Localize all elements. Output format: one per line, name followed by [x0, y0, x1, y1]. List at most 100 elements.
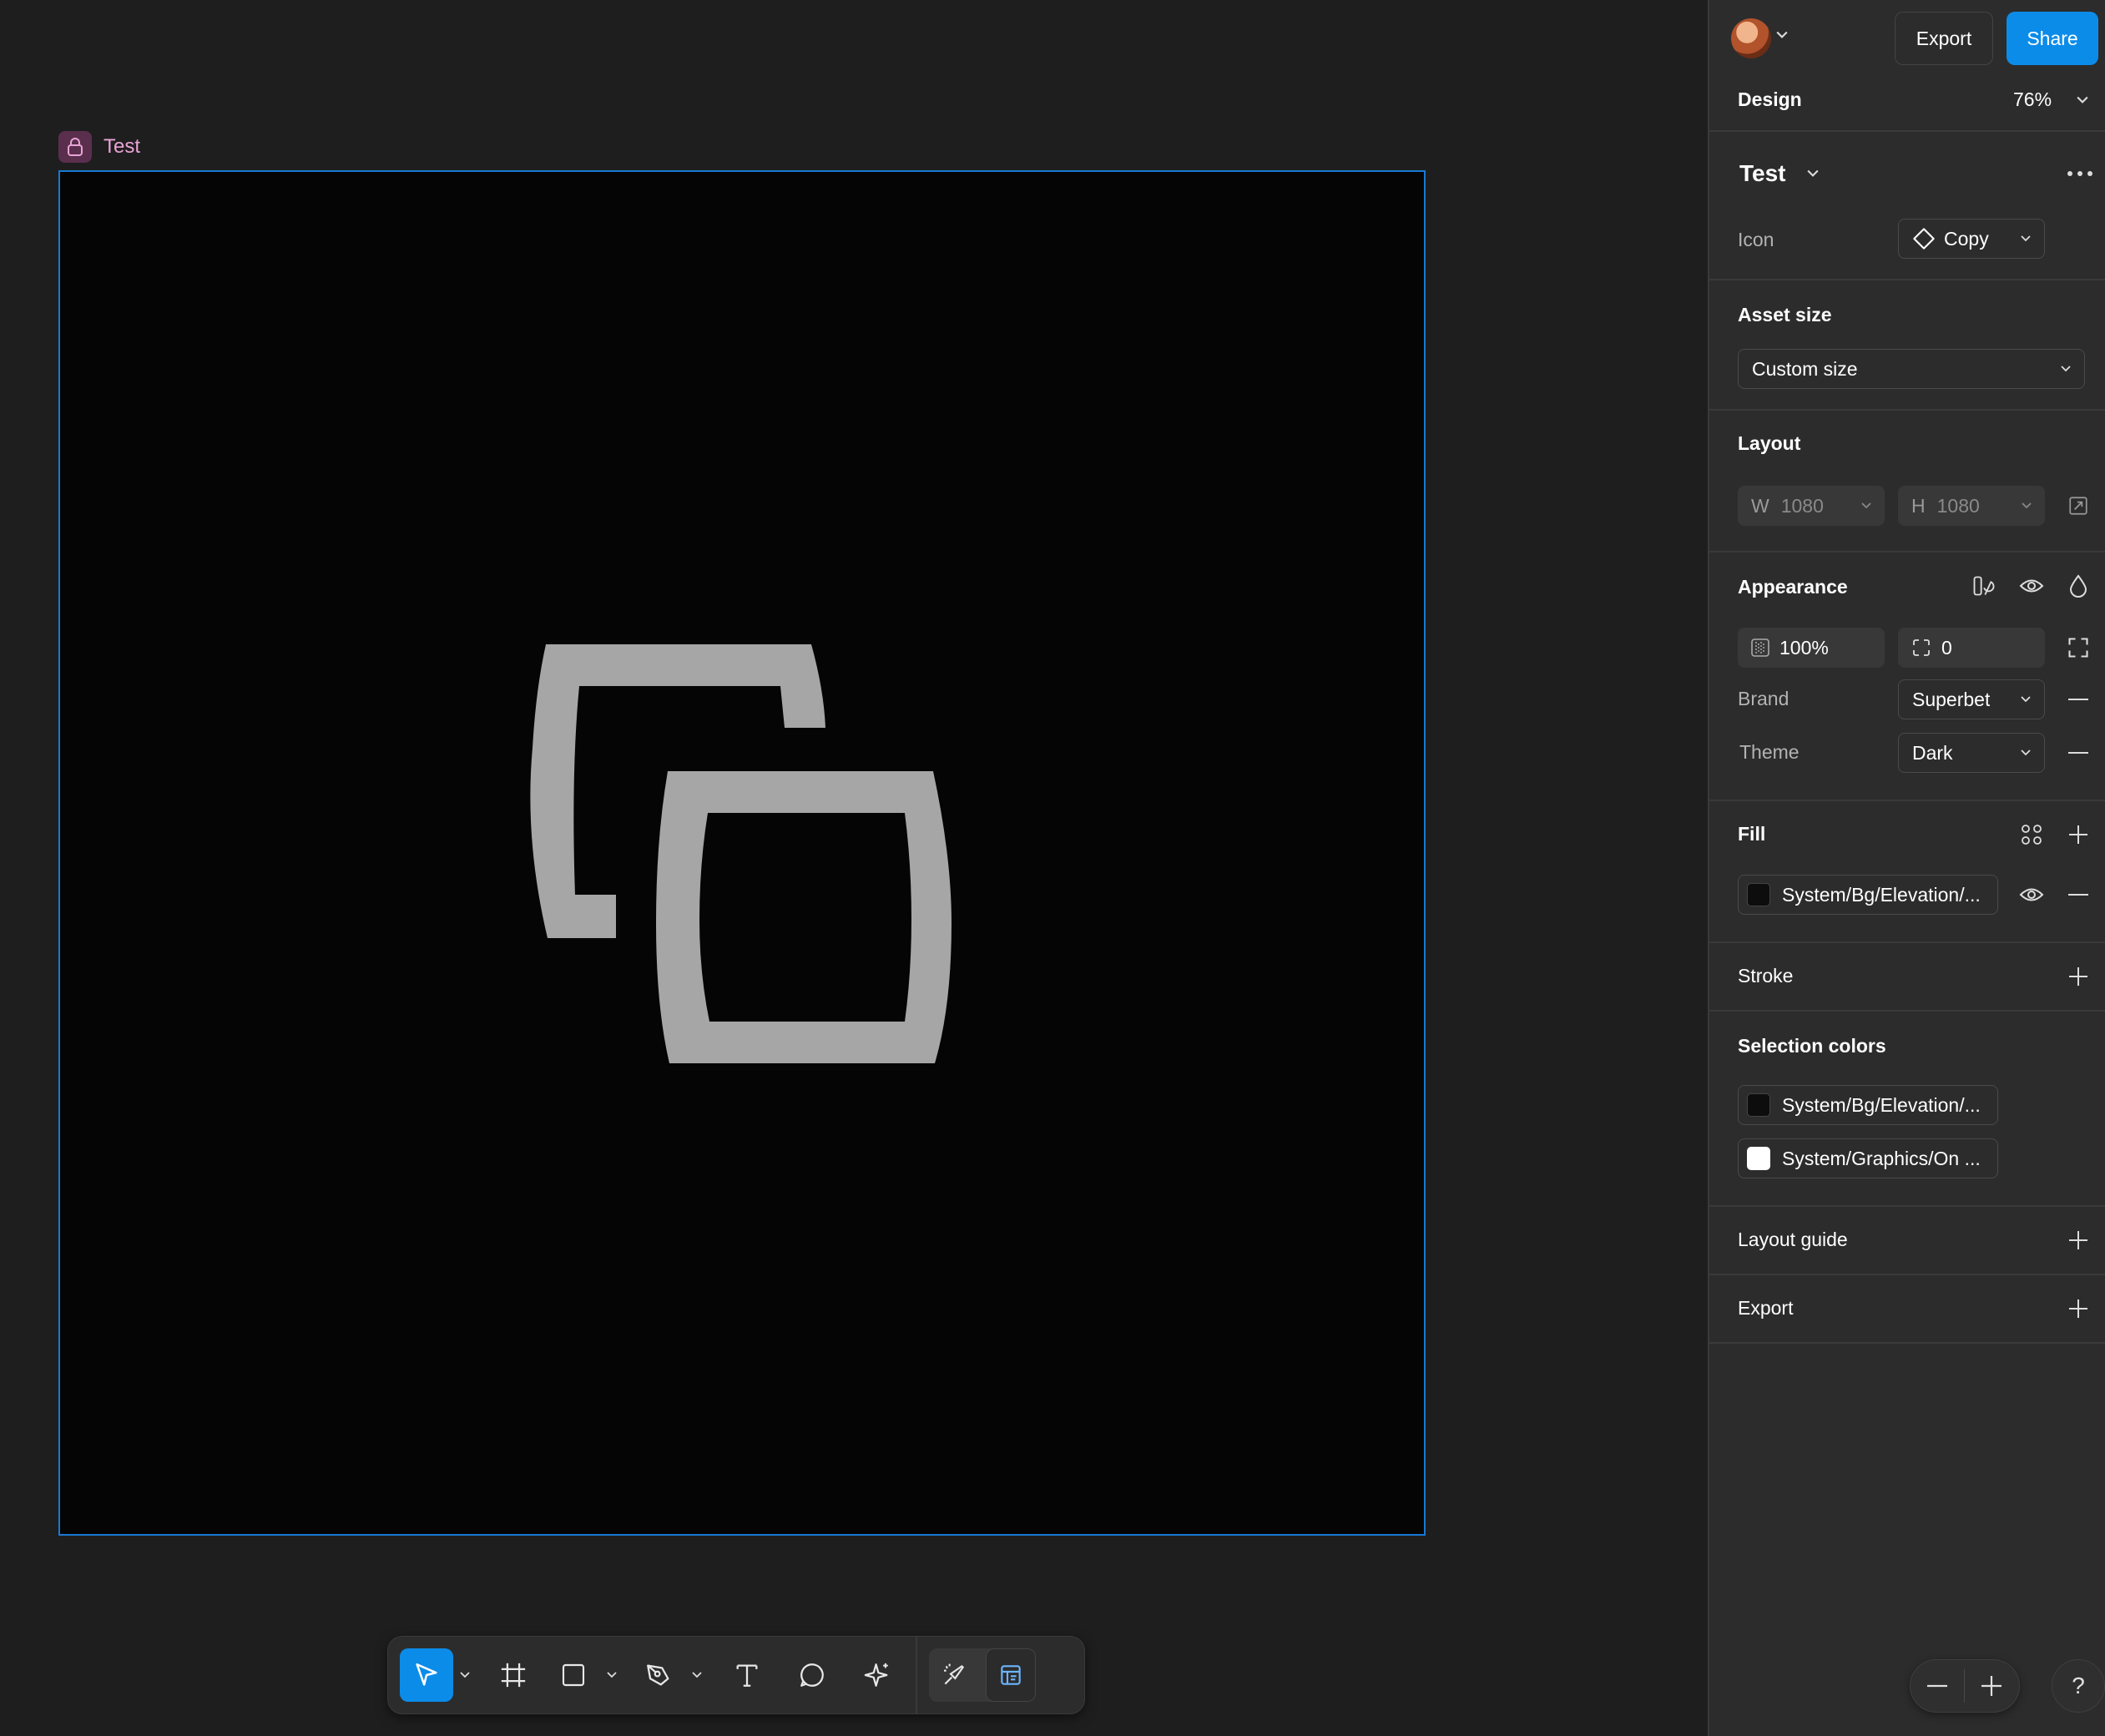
- layout-panel-icon: [1001, 1665, 1021, 1685]
- selection-color-chip[interactable]: System/Bg/Elevation/...: [1738, 1085, 1998, 1125]
- corner-radius-icon: [1913, 639, 1930, 656]
- icon-property-label: Icon: [1738, 229, 1774, 250]
- component-name[interactable]: Test: [1739, 160, 1786, 187]
- fill-swatch: [1747, 883, 1770, 906]
- help-button[interactable]: ?: [2052, 1659, 2105, 1713]
- pen-tool-button[interactable]: [632, 1648, 685, 1702]
- brand-label: Brand: [1738, 688, 1790, 709]
- zoom-controls: [1910, 1659, 2020, 1713]
- theme-mode-select[interactable]: Dark: [1898, 733, 2045, 773]
- canvas[interactable]: Test: [0, 0, 1708, 1736]
- chevron-down-icon[interactable]: [1776, 28, 1788, 43]
- remove-brand-icon[interactable]: [2062, 683, 2095, 716]
- chevron-down-icon: [607, 1672, 617, 1678]
- add-export-icon[interactable]: [2062, 1292, 2095, 1325]
- add-stroke-icon[interactable]: [2062, 960, 2095, 993]
- opacity-value: 100%: [1779, 636, 1829, 659]
- rectangle-icon: [562, 1663, 585, 1687]
- move-tool-caret[interactable]: [453, 1648, 477, 1702]
- remove-fill-icon[interactable]: [2062, 878, 2095, 911]
- add-fill-icon[interactable]: [2062, 818, 2095, 851]
- eye-icon[interactable]: [2015, 878, 2048, 911]
- text-icon: [736, 1664, 758, 1687]
- zoom-out-button[interactable]: [1911, 1659, 1964, 1713]
- more-options-icon[interactable]: [2063, 157, 2097, 190]
- comment-tool-button[interactable]: [785, 1648, 839, 1702]
- appearance-title: Appearance: [1738, 576, 1848, 598]
- remove-theme-icon[interactable]: [2062, 736, 2095, 770]
- chevron-down-icon[interactable]: [1796, 157, 1830, 190]
- shape-tool-button[interactable]: [547, 1648, 600, 1702]
- pen-tool-caret[interactable]: [685, 1648, 709, 1702]
- layout-guide-section: Layout guide: [1709, 1207, 2105, 1275]
- chevron-down-icon: [460, 1672, 470, 1678]
- appearance-section: Appearance 100% 0 Brand Superbet Theme D…: [1709, 553, 2105, 801]
- selection-color-swatch: [1747, 1093, 1770, 1117]
- move-tool-button[interactable]: [400, 1648, 453, 1702]
- selection-colors-section: Selection colors System/Bg/Elevation/...…: [1709, 1012, 2105, 1207]
- toolbar-divider: [916, 1636, 917, 1714]
- copy-icon-artwork[interactable]: [60, 172, 1424, 1534]
- independent-corners-icon[interactable]: [2062, 631, 2095, 664]
- zoom-in-button[interactable]: [1965, 1659, 2018, 1713]
- export-button[interactable]: Export: [1895, 12, 1993, 65]
- dev-mode-button[interactable]: [986, 1648, 1036, 1702]
- selection-color-name: System/Bg/Elevation/...: [1782, 1093, 1981, 1116]
- chevron-down-icon: [2021, 696, 2031, 703]
- height-label: H: [1911, 494, 1926, 517]
- draw-mode-button[interactable]: [929, 1648, 979, 1702]
- brand-mode-select[interactable]: Superbet: [1898, 679, 2045, 719]
- bottom-toolbar: [387, 1636, 1085, 1714]
- chevron-down-icon: [1861, 502, 1871, 509]
- design-tab[interactable]: Design: [1738, 88, 1802, 111]
- zoom-level[interactable]: 76%: [2013, 88, 2052, 111]
- blend-drop-icon[interactable]: [2062, 569, 2095, 603]
- asset-size-section: Asset size Custom size: [1709, 280, 2105, 411]
- selection-color-swatch: [1747, 1147, 1770, 1170]
- asset-size-select[interactable]: Custom size: [1738, 349, 2085, 389]
- asset-size-title: Asset size: [1738, 304, 1832, 326]
- avatar[interactable]: [1731, 18, 1771, 58]
- actions-tool-button[interactable]: [851, 1648, 904, 1702]
- width-input[interactable]: W 1080: [1738, 486, 1885, 526]
- copy-icon-front-shape: [656, 771, 952, 1063]
- styles-grid-icon[interactable]: [2015, 818, 2048, 851]
- height-input[interactable]: H 1080: [1898, 486, 2045, 526]
- panel-topbar: Export Share: [1709, 0, 2105, 77]
- add-layout-guide-icon[interactable]: [2062, 1224, 2095, 1257]
- height-value: 1080: [1936, 494, 1980, 517]
- chevron-down-icon: [2021, 749, 2031, 756]
- frame-name[interactable]: Test: [103, 135, 140, 159]
- minus-icon: [1927, 1684, 1947, 1688]
- sparkle-icon: [864, 1663, 888, 1687]
- comment-icon: [800, 1663, 824, 1687]
- chevron-down-icon[interactable]: [2077, 93, 2088, 108]
- cursor-icon: [416, 1663, 437, 1686]
- fill-style-chip[interactable]: System/Bg/Elevation/...: [1738, 875, 1998, 915]
- icon-property-select[interactable]: Copy: [1898, 219, 2045, 259]
- chevron-down-icon: [2022, 502, 2032, 509]
- properties-panel: Export Share Design 76% Test Icon Copy A…: [1708, 0, 2105, 1736]
- artboard-frame[interactable]: [58, 170, 1426, 1536]
- chevron-down-icon: [692, 1672, 702, 1678]
- shape-tool-caret[interactable]: [600, 1648, 623, 1702]
- lock-icon[interactable]: [58, 131, 92, 163]
- frame-label[interactable]: Test: [58, 131, 140, 163]
- eye-icon[interactable]: [2015, 569, 2048, 603]
- opacity-input[interactable]: 100%: [1738, 628, 1885, 668]
- stroke-section: Stroke: [1709, 943, 2105, 1012]
- resize-to-fit-icon[interactable]: [2062, 489, 2095, 522]
- export-section-title: Export: [1738, 1297, 1794, 1319]
- variable-mode-icon[interactable]: [1966, 569, 2000, 603]
- plus-icon: [1981, 1676, 2002, 1696]
- text-tool-button[interactable]: [720, 1648, 774, 1702]
- selection-color-name: System/Graphics/On ...: [1782, 1147, 1981, 1169]
- frame-tool-button[interactable]: [487, 1648, 540, 1702]
- brand-mode-value: Superbet: [1912, 688, 1991, 710]
- brush-icon: [944, 1663, 965, 1685]
- component-diamond-icon: [1913, 228, 1935, 250]
- selection-color-chip[interactable]: System/Graphics/On ...: [1738, 1138, 1998, 1178]
- pen-icon: [647, 1664, 669, 1686]
- corner-radius-input[interactable]: 0: [1898, 628, 2045, 668]
- share-button[interactable]: Share: [2007, 12, 2098, 65]
